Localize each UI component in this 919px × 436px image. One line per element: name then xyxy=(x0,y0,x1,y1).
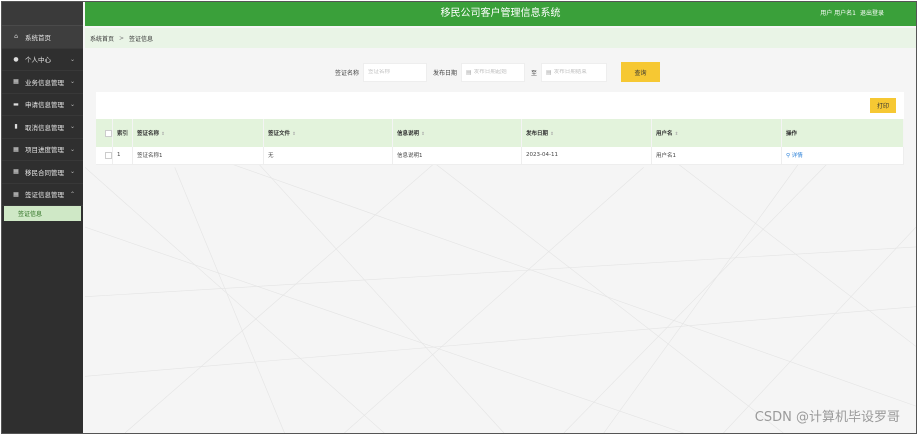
visa-name-input[interactable] xyxy=(368,69,427,75)
cell-username: 用户名1 xyxy=(651,147,782,164)
sidebar-item-label: 签证信息管理 xyxy=(25,191,64,200)
column-header-visa-file[interactable]: 签证文件 ⇕ xyxy=(263,119,393,147)
column-header-publish-date[interactable]: 发布日期 ⇕ xyxy=(521,119,652,147)
sidebar-subitem-visa-info[interactable]: 签证信息 xyxy=(4,206,81,221)
current-user: 用户 用户名1 xyxy=(820,10,856,17)
column-header-username[interactable]: 用户名 ⇕ xyxy=(651,119,782,147)
cell-visa-file: 无 xyxy=(263,147,393,164)
sidebar-item-project-progress[interactable]: ▦ 项目进度管理 ⌄ xyxy=(2,139,83,161)
home-icon: ⌂ xyxy=(14,33,18,41)
sidebar-item-home[interactable]: ⌂ 系统首页 xyxy=(2,26,83,49)
grid-icon: ▦ xyxy=(13,145,19,153)
app-window: ⌂ 系统首页 ● 个人中心 ⌄ ▦ 业务信息管理 ⌄ ▬ 申请信息管理 ⌄ ▮ … xyxy=(1,1,917,434)
end-date-field: ▤ xyxy=(541,62,608,82)
table-panel: 打印 索引 签证名称 ⇕ 签证文件 ⇕ 信息说明 ⇕ 发布日期 ⇕ 用户名 ⇕ … xyxy=(96,92,904,164)
search-icon: ⚲ xyxy=(786,153,791,160)
sort-icon: ⇕ xyxy=(421,132,425,137)
column-header-label: 发布日期 xyxy=(526,131,549,137)
sidebar-item-cancel-info[interactable]: ▮ 取消信息管理 ⌄ xyxy=(2,116,83,139)
user-icon: ● xyxy=(13,55,19,63)
detail-link[interactable]: ⚲ 详情 xyxy=(786,153,803,159)
sort-icon: ⇕ xyxy=(292,132,296,137)
column-header-label: 签证名称 xyxy=(137,131,160,137)
breadcrumb-separator: > xyxy=(119,34,125,42)
sidebar-item-label: 个人中心 xyxy=(25,56,51,65)
column-header-actions: 操作 xyxy=(781,119,904,147)
cell-description: 信息说明1 xyxy=(392,147,522,164)
detail-link-label: 详情 xyxy=(791,153,803,160)
start-date-input[interactable] xyxy=(473,69,525,75)
end-date-input[interactable] xyxy=(553,69,607,75)
sidebar-item-business-info[interactable]: ▦ 业务信息管理 ⌄ xyxy=(2,71,83,94)
breadcrumb: 系统首页 > 签证信息 xyxy=(85,28,916,48)
main-content: 签证名称 发布日期 ▤ 至 ▤ 查询 打印 xyxy=(85,48,916,433)
sort-icon: ⇕ xyxy=(161,132,165,137)
top-header: 移民公司客户管理信息系统 用户 用户名1 退出登录 xyxy=(85,2,916,26)
chevron-down-icon: ⌄ xyxy=(69,78,75,86)
grid-icon: ▦ xyxy=(13,168,19,176)
logout-link[interactable]: 退出登录 xyxy=(860,2,884,26)
document-icon: ▮ xyxy=(14,123,18,131)
chevron-down-icon: ⌄ xyxy=(69,100,75,108)
cell-publish-date: 2023-04-11 xyxy=(521,147,652,164)
search-bar: 签证名称 发布日期 ▤ 至 ▤ 查询 xyxy=(335,62,661,82)
grid-icon: ▦ xyxy=(13,78,19,86)
breadcrumb-current: 签证信息 xyxy=(129,35,154,43)
start-date-field: ▤ xyxy=(461,62,526,82)
column-header-label: 信息说明 xyxy=(397,131,420,137)
calendar-icon: ▤ xyxy=(546,68,552,76)
sidebar-item-label: 申请信息管理 xyxy=(25,101,64,110)
sidebar-item-visa-info[interactable]: ▦ 签证信息管理 ⌃ xyxy=(2,184,83,206)
grid-icon: ▦ xyxy=(13,190,19,198)
sidebar-item-label: 系统首页 xyxy=(25,33,51,42)
column-header-index: 索引 xyxy=(112,119,133,147)
row-select-cell xyxy=(96,147,113,164)
select-all-checkbox[interactable] xyxy=(105,129,112,137)
row-checkbox[interactable] xyxy=(105,151,112,159)
date-range-to-label: 至 xyxy=(531,69,538,77)
breadcrumb-home[interactable]: 系统首页 xyxy=(90,34,114,43)
chevron-down-icon: ⌄ xyxy=(69,168,75,176)
visa-name-label: 签证名称 xyxy=(335,69,360,77)
query-button[interactable]: 查询 xyxy=(621,62,661,82)
cell-index: 1 xyxy=(112,147,133,164)
column-header-label: 签证文件 xyxy=(268,131,291,137)
sidebar: ⌂ 系统首页 ● 个人中心 ⌄ ▦ 业务信息管理 ⌄ ▬ 申请信息管理 ⌄ ▮ … xyxy=(2,2,83,433)
table-row: 1 签证名称1 无 信息说明1 2023-04-11 用户名1 ⚲ 详情 xyxy=(96,147,904,164)
watermark: CSDN @计算机毕设罗哥 xyxy=(754,410,900,425)
calendar-icon: ▤ xyxy=(466,68,472,76)
chevron-down-icon: ⌄ xyxy=(69,123,75,131)
sidebar-item-immigration-contract[interactable]: ▦ 移民合同管理 ⌄ xyxy=(2,161,83,184)
sidebar-item-label: 取消信息管理 xyxy=(25,123,64,132)
sidebar-item-label: 项目进度管理 xyxy=(25,146,64,155)
chevron-down-icon: ⌄ xyxy=(69,55,75,63)
visa-name-field xyxy=(363,62,428,82)
column-header-description[interactable]: 信息说明 ⇕ xyxy=(392,119,522,147)
table-header-row: 索引 签证名称 ⇕ 签证文件 ⇕ 信息说明 ⇕ 发布日期 ⇕ 用户名 ⇕ 操作 xyxy=(96,119,904,147)
visa-table: 索引 签证名称 ⇕ 签证文件 ⇕ 信息说明 ⇕ 发布日期 ⇕ 用户名 ⇕ 操作 … xyxy=(96,119,904,165)
cell-actions: ⚲ 详情 xyxy=(781,147,904,164)
folder-icon: ▬ xyxy=(13,100,19,108)
select-all-cell xyxy=(96,119,113,147)
sort-icon: ⇕ xyxy=(674,132,679,137)
publish-date-label: 发布日期 xyxy=(433,69,458,77)
sidebar-item-application-info[interactable]: ▬ 申请信息管理 ⌄ xyxy=(2,94,83,116)
cell-visa-name: 签证名称1 xyxy=(132,147,264,164)
column-header-visa-name[interactable]: 签证名称 ⇕ xyxy=(132,119,264,147)
sidebar-logo-area xyxy=(2,2,83,26)
chevron-up-icon: ⌃ xyxy=(69,190,75,198)
print-button[interactable]: 打印 xyxy=(870,98,896,113)
column-header-label: 用户名 xyxy=(656,131,673,137)
sidebar-item-personal-center[interactable]: ● 个人中心 ⌄ xyxy=(2,49,83,71)
sidebar-item-label: 业务信息管理 xyxy=(25,78,64,87)
chevron-down-icon: ⌄ xyxy=(69,145,75,153)
sort-icon: ⇕ xyxy=(550,132,554,137)
app-title: 移民公司客户管理信息系统 xyxy=(440,8,561,19)
sidebar-item-label: 移民合同管理 xyxy=(25,168,64,177)
